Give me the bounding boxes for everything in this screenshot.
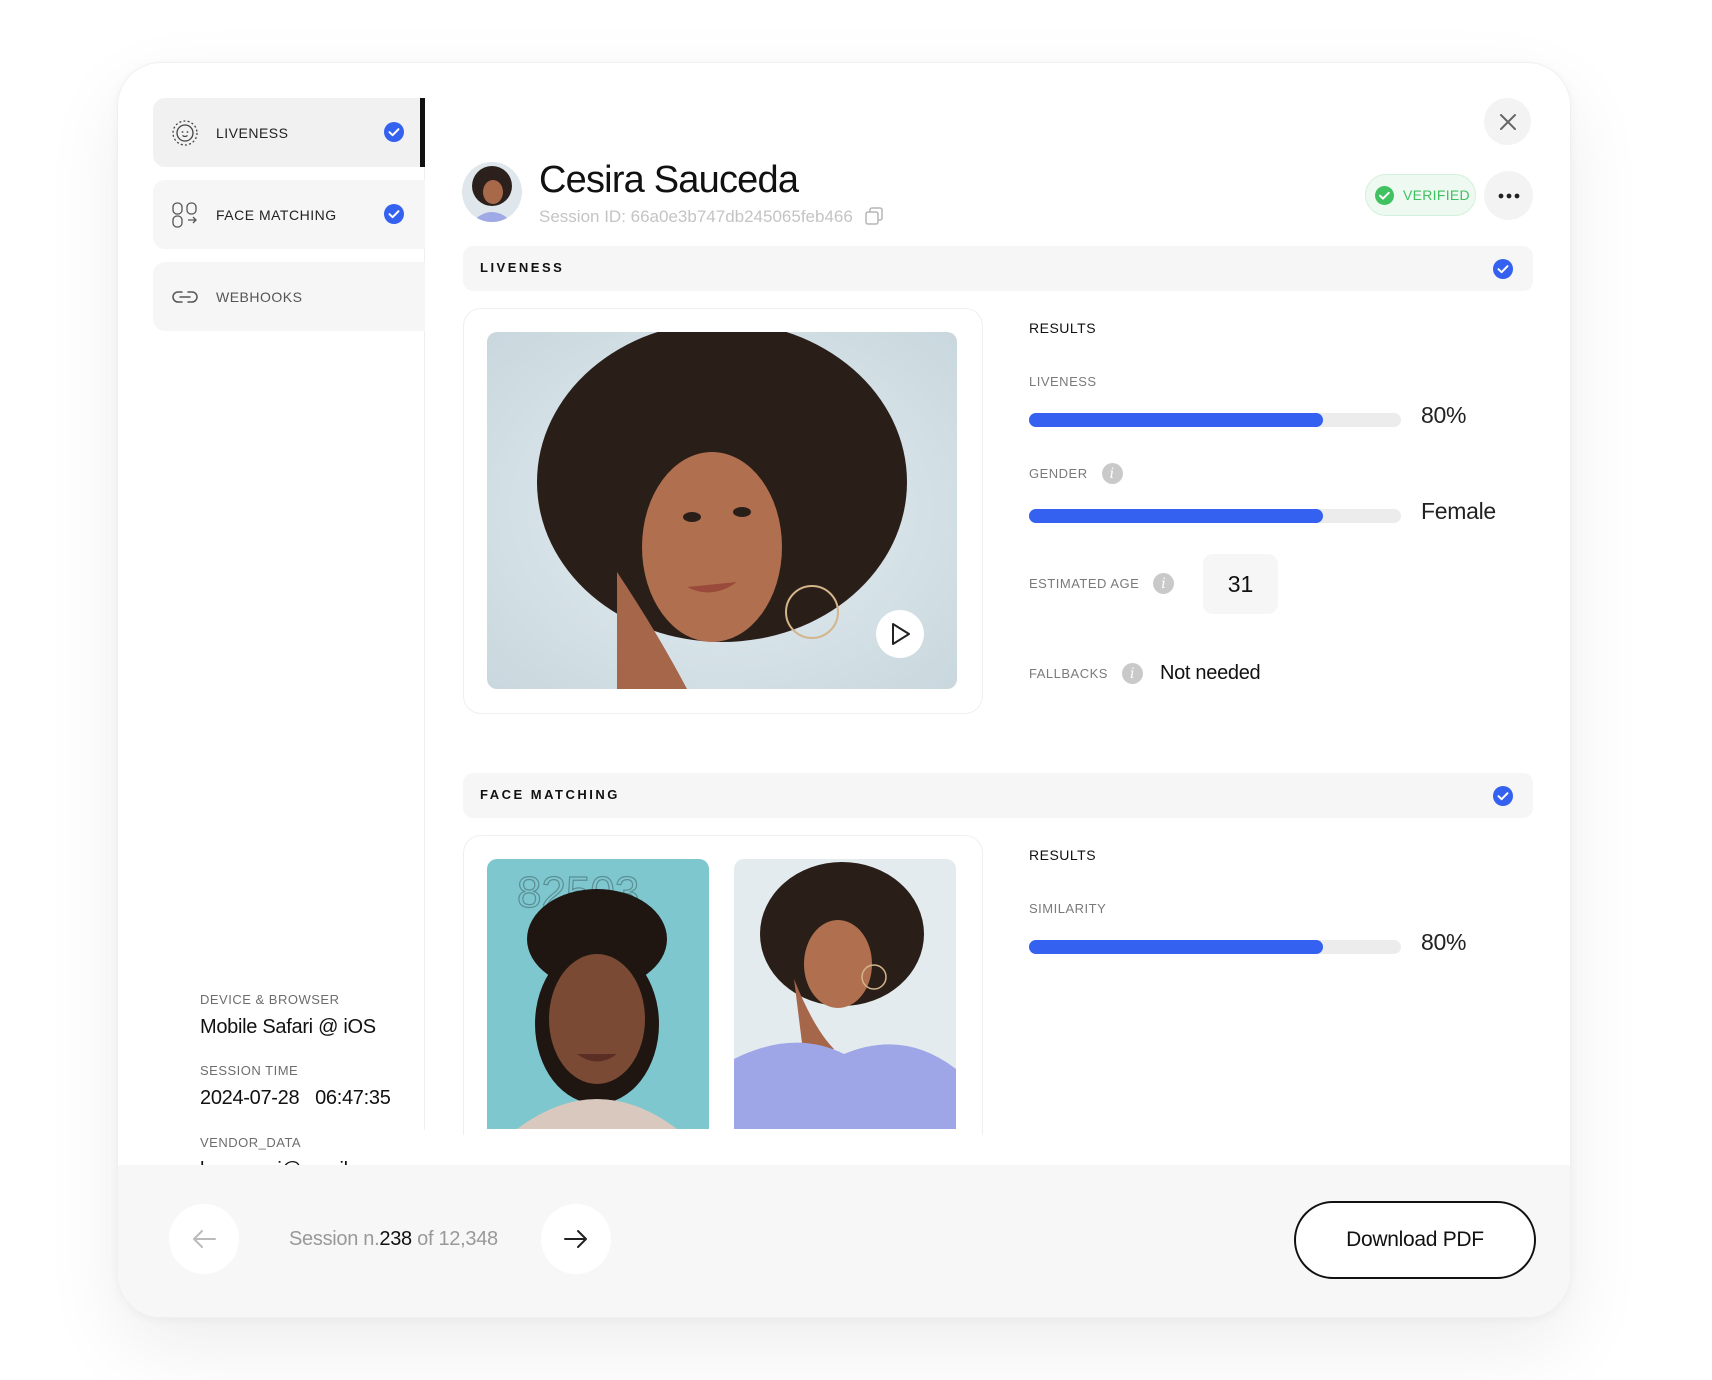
footer: Session n.238 of 12,348 Download PDF — [118, 1165, 1570, 1317]
previous-session-button[interactable] — [169, 1204, 239, 1274]
selfie-photo — [734, 859, 956, 1129]
liveness-results: RESULTS LIVENESS 80% GENDER i Female EST… — [1029, 320, 1509, 720]
link-icon — [172, 291, 198, 303]
liveness-icon — [172, 120, 198, 146]
device-browser-info: DEVICE & BROWSER Mobile Safari @ iOS — [200, 992, 376, 1039]
bar-track — [1029, 413, 1401, 427]
more-icon — [1498, 193, 1519, 198]
meta-value: 2024-07-28 06:47:35 — [200, 1087, 391, 1109]
gender-value: Female — [1421, 498, 1496, 524]
results-title: RESULTS — [1029, 320, 1097, 336]
similarity-label: SIMILARITY — [1029, 901, 1107, 916]
check-circle-icon — [1493, 259, 1513, 279]
close-button[interactable] — [1484, 98, 1531, 145]
sidebar-item-label: WEBHOOKS — [216, 288, 303, 305]
session-id: Session ID: 66a0e3b747db245065feb466 — [539, 207, 853, 226]
liveness-score-bar: 80% — [1029, 402, 1509, 432]
meta-value: Mobile Safari @ iOS — [200, 1016, 376, 1038]
bar-track — [1029, 509, 1401, 523]
session-time-info: SESSION TIME 2024-07-28 06:47:35 — [200, 1063, 391, 1110]
gender-label: GENDER — [1029, 466, 1088, 481]
close-icon — [1499, 113, 1516, 130]
session-number: 238 — [379, 1228, 412, 1250]
session-suffix: of 12,348 — [411, 1228, 498, 1250]
section-title: LIVENESS — [480, 260, 565, 275]
face-matching-section-header[interactable]: FACE MATCHING — [463, 773, 1533, 818]
age-label-row: ESTIMATED AGE i — [1029, 573, 1175, 594]
sidebar-item-label: FACE MATCHING — [216, 206, 337, 223]
similarity-value: 80% — [1421, 929, 1467, 955]
session-counter: Session n.238 of 12,348 — [289, 1228, 498, 1251]
status-text: VERIFIED — [1403, 187, 1470, 203]
meta-label: VENDOR_DATA — [200, 1135, 302, 1150]
avatar — [462, 162, 522, 222]
liveness-photo — [487, 332, 957, 689]
similarity-score-bar: 80% — [1029, 929, 1509, 959]
liveness-media-box — [463, 308, 983, 714]
session-prefix: Session n. — [289, 1228, 380, 1250]
user-name: Cesira Sauceda — [539, 159, 799, 201]
sidebar-item-label: LIVENESS — [216, 124, 289, 141]
sidebar-item-face-matching[interactable]: FACE MATCHING — [153, 180, 425, 249]
meta-label: SESSION TIME — [200, 1063, 299, 1078]
check-circle-icon — [384, 204, 404, 224]
info-icon[interactable]: i — [1121, 663, 1143, 684]
copy-icon[interactable] — [864, 206, 884, 226]
status-badge: VERIFIED — [1365, 174, 1476, 216]
face-matching-results: RESULTS SIMILARITY 80% — [1029, 847, 1509, 967]
gender-label-row: GENDER i — [1029, 463, 1123, 484]
section-title: FACE MATCHING — [480, 787, 620, 802]
check-circle-icon — [1493, 786, 1513, 806]
info-icon[interactable]: i — [1153, 573, 1175, 594]
session-card: LIVENESS FACE MATCHING WEBHOOKS DEVICE &… — [117, 62, 1571, 1318]
sidebar-item-liveness[interactable]: LIVENESS — [153, 98, 425, 167]
sidebar-item-webhooks[interactable]: WEBHOOKS — [153, 262, 425, 331]
sidebar: LIVENESS FACE MATCHING WEBHOOKS DEVICE &… — [153, 98, 425, 1181]
age-value: 31 — [1203, 554, 1278, 614]
face-matching-icon — [172, 202, 197, 228]
fallbacks-label: FALLBACKS — [1029, 666, 1108, 681]
more-options-button[interactable] — [1484, 171, 1533, 220]
gender-score-bar: Female — [1029, 498, 1509, 528]
fallbacks-value: Not needed — [1159, 662, 1261, 684]
results-title: RESULTS — [1029, 847, 1097, 863]
fallbacks-label-row: FALLBACKS i Not needed — [1029, 662, 1261, 685]
id-document-photo: 82503 — [487, 859, 709, 1129]
check-circle-icon — [384, 122, 404, 142]
info-icon[interactable]: i — [1101, 463, 1123, 484]
face-matching-media-box: 82503 — [463, 835, 983, 1135]
bar-track — [1029, 940, 1401, 954]
age-label: ESTIMATED AGE — [1029, 576, 1140, 591]
arrow-left-icon — [193, 1230, 216, 1248]
liveness-value: 80% — [1421, 402, 1467, 428]
liveness-section-header[interactable]: LIVENESS — [463, 246, 1533, 291]
bar-fill — [1029, 509, 1323, 523]
arrow-right-icon — [564, 1230, 587, 1248]
meta-label: DEVICE & BROWSER — [200, 992, 340, 1007]
next-session-button[interactable] — [541, 1204, 611, 1274]
download-pdf-button[interactable]: Download PDF — [1294, 1201, 1536, 1279]
check-circle-icon — [1375, 185, 1394, 205]
bar-fill — [1029, 940, 1323, 954]
liveness-label: LIVENESS — [1029, 374, 1097, 389]
bar-fill — [1029, 413, 1323, 427]
